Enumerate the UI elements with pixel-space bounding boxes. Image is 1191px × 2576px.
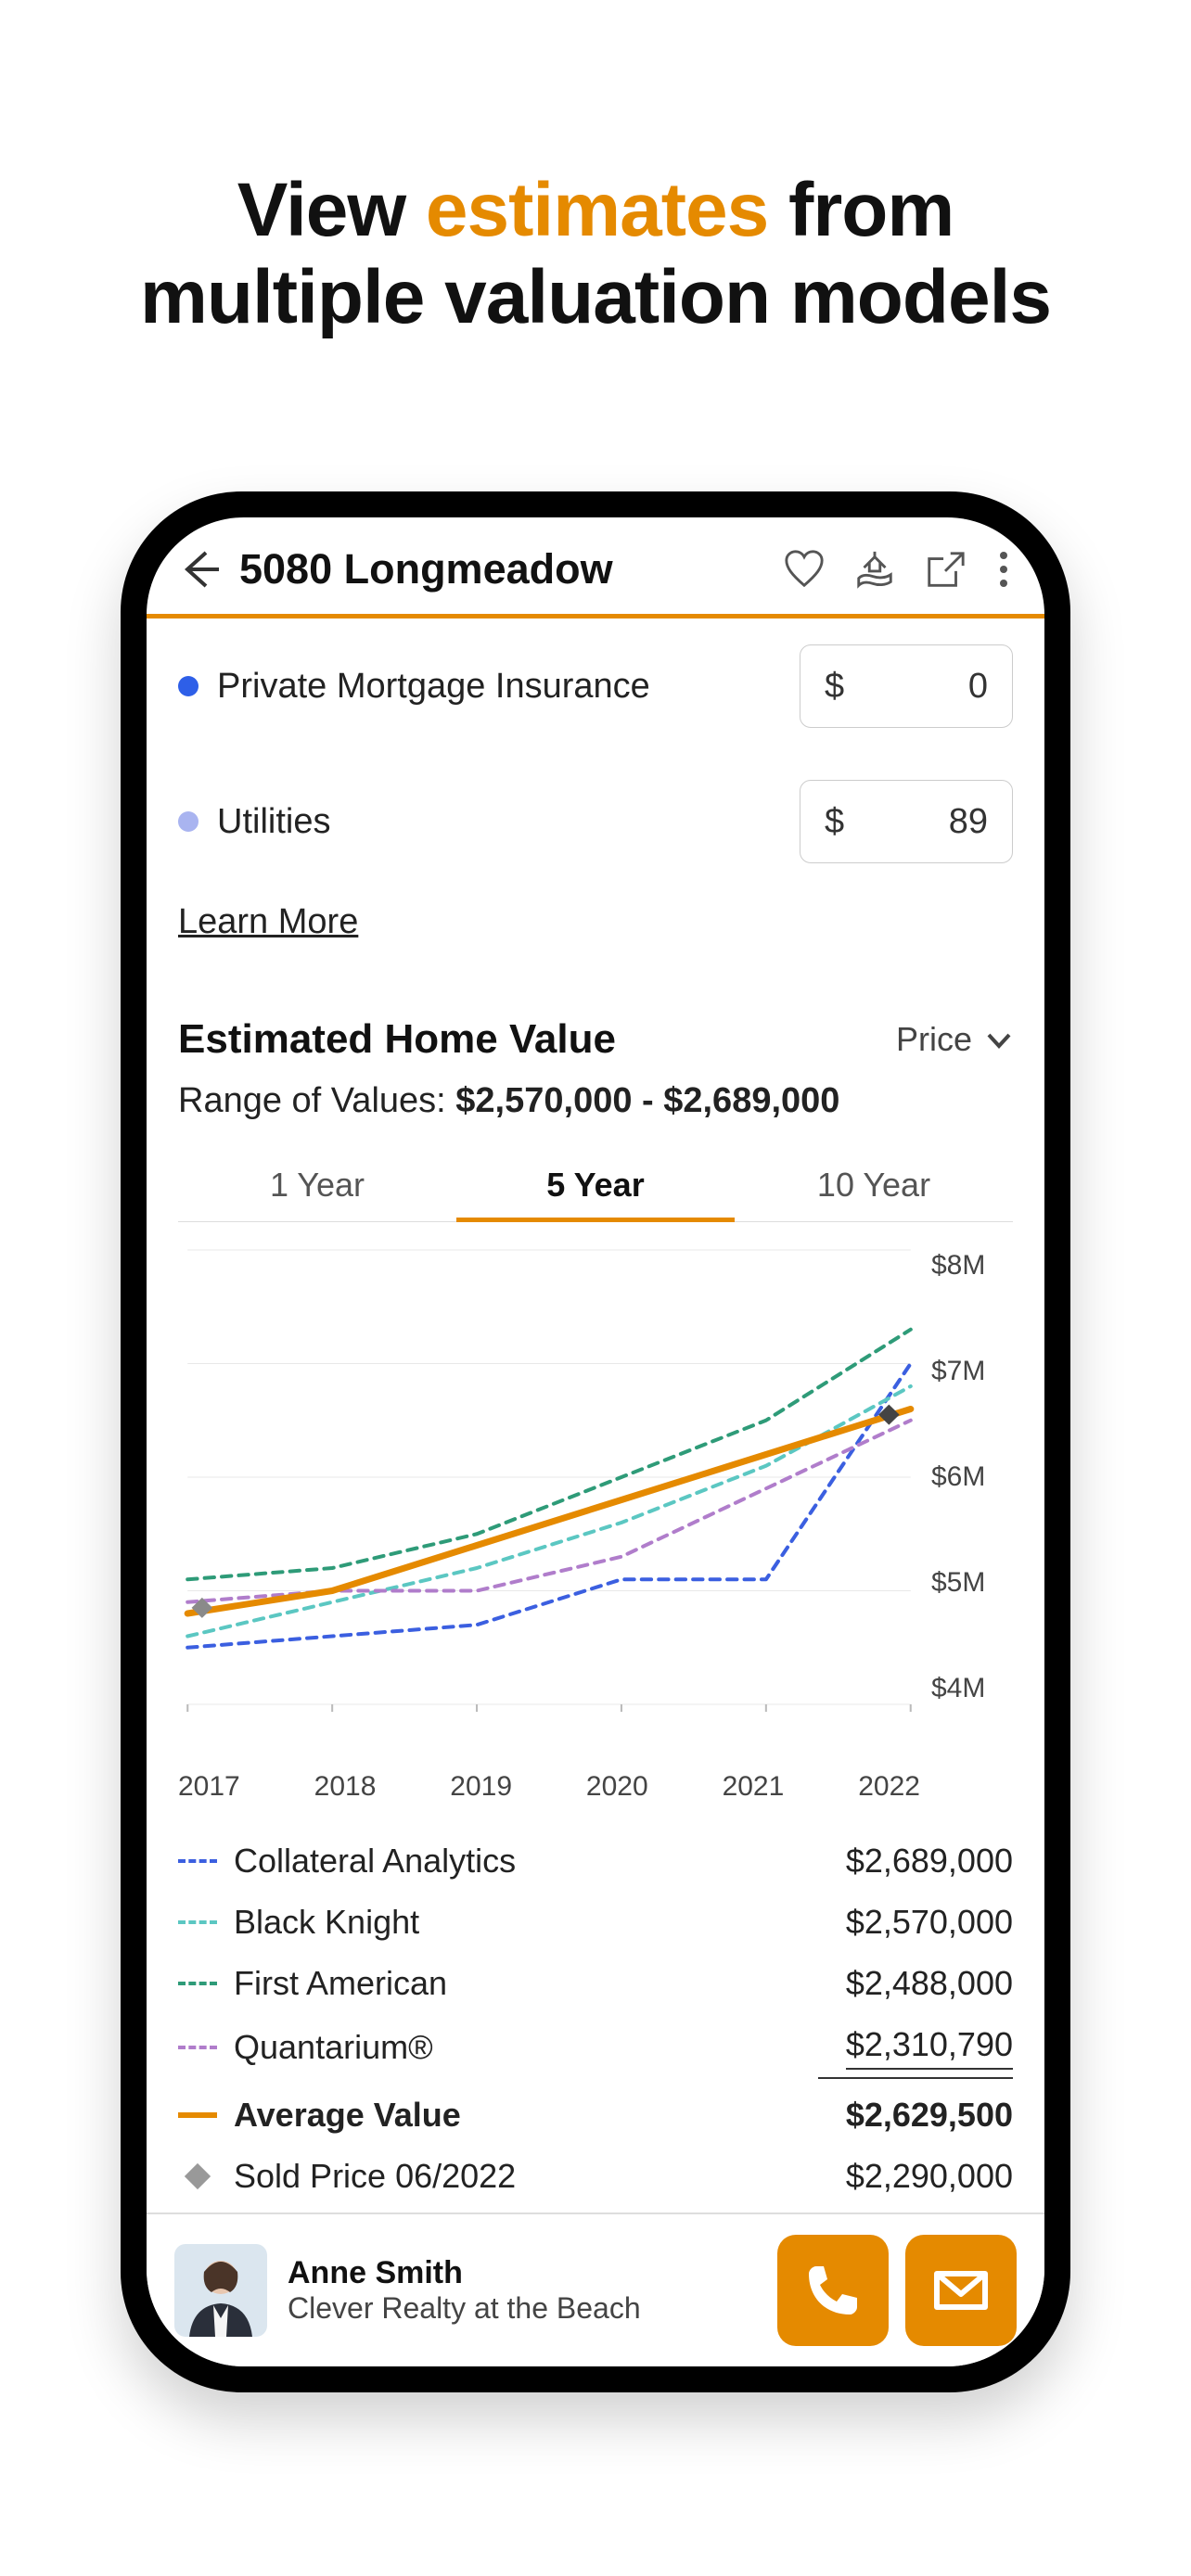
label-utilities: Utilities [217,802,330,842]
tab-10year[interactable]: 10 Year [735,1149,1013,1221]
legend-value: $2,290,000 [846,2157,1013,2196]
label-pmi: Private Mortgage Insurance [217,667,650,707]
y-tick-label: $5M [931,1567,1013,1599]
mail-icon [931,2261,991,2320]
legend-swatch [178,1859,217,1863]
legend-swatch [178,2046,217,2049]
email-button[interactable] [905,2235,1017,2346]
y-tick-label: $7M [931,1356,1013,1387]
chevron-down-icon [985,1026,1013,1053]
legend-name: First American [234,1964,447,2003]
input-pmi[interactable]: $ 0 [800,644,1013,728]
x-tick-label: 2020 [586,1771,648,1803]
tab-1year[interactable]: 1 Year [178,1149,456,1221]
legend-name: Sold Price 06/2022 [234,2157,516,2196]
tab-5year[interactable]: 5 Year [456,1149,735,1221]
legend-row: Black Knight $2,570,000 [178,1892,1013,1953]
section-title: Estimated Home Value [178,1016,616,1063]
hand-house-icon[interactable] [853,548,896,591]
phone-frame: 5080 Longmeadow Private Mortgage Insuran… [121,491,1070,2392]
x-tick-label: 2022 [858,1771,920,1803]
legend-name: Quantarium® [234,2028,433,2067]
range-of-values: Range of Values: $2,570,000 - $2,689,000 [178,1063,1013,1149]
chart-x-labels: 2017 2018 2019 2020 2021 2022 [178,1760,1013,1803]
legend-value: $2,629,500 [846,2096,1013,2135]
chart-legend: Collateral Analytics $2,689,000 Black Knig… [178,1830,1013,2207]
app-screen: 5080 Longmeadow Private Mortgage Insuran… [147,517,1044,2366]
input-utilities[interactable]: $ 89 [800,780,1013,863]
legend-swatch [178,2112,217,2118]
page-title: 5080 Longmeadow [239,545,613,593]
chart-y-labels: $8M $7M $6M $5M $4M [920,1241,1013,1760]
legend-row: First American $2,488,000 [178,1953,1013,2014]
marketing-headline: View estimates from multiple valuation m… [0,167,1191,342]
agent-name: Anne Smith [288,2255,641,2291]
legend-name: Collateral Analytics [234,1842,516,1881]
cost-row-pmi: Private Mortgage Insurance $ 0 [178,618,1013,754]
time-range-tabs: 1 Year 5 Year 10 Year [178,1149,1013,1222]
legend-name: Average Value [234,2096,461,2135]
heart-icon[interactable] [783,548,826,591]
chart-area: $8M $7M $6M $5M $4M [178,1222,1013,1760]
legend-value: $2,570,000 [846,1903,1013,1942]
legend-value: $2,689,000 [846,1842,1013,1881]
y-tick-label: $4M [931,1673,1013,1704]
price-dropdown[interactable]: Price [896,1020,1013,1059]
legend-row: Sold Price 06/2022 $2,290,000 [178,2146,1013,2207]
back-icon[interactable] [178,547,223,592]
learn-more-link[interactable]: Learn More [178,889,358,979]
legend-value: $2,310,790 [846,2025,1013,2070]
legend-row: Quantarium® $2,310,790 [178,2014,1013,2081]
legend-name: Black Knight [234,1903,419,1942]
legend-value: $2,488,000 [846,1964,1013,2003]
agent-info: Anne Smith Clever Realty at the Beach [288,2255,641,2326]
y-tick-label: $8M [931,1250,1013,1282]
cost-row-utilities: Utilities $ 89 [178,754,1013,889]
y-tick-label: $6M [931,1461,1013,1493]
agent-company: Clever Realty at the Beach [288,2291,641,2326]
share-icon[interactable] [924,548,967,591]
legend-row: Average Value $2,629,500 [178,2085,1013,2146]
legend-swatch [178,1920,217,1924]
section-header: Estimated Home Value Price [178,979,1013,1063]
more-icon[interactable] [994,552,1013,587]
call-button[interactable] [777,2235,889,2346]
legend-swatch [178,1982,217,1985]
legend-swatch [178,2167,217,2186]
x-tick-label: 2019 [450,1771,512,1803]
top-bar: 5080 Longmeadow [147,517,1044,614]
legend-row: Collateral Analytics $2,689,000 [178,1830,1013,1892]
dot-utilities [178,811,198,832]
agent-bar: Anne Smith Clever Realty at the Beach [147,2213,1044,2366]
agent-avatar[interactable] [174,2244,267,2337]
x-tick-label: 2021 [723,1771,785,1803]
chart-svg [178,1241,920,1760]
x-tick-label: 2018 [314,1771,377,1803]
phone-icon [803,2261,863,2320]
dot-pmi [178,676,198,696]
x-tick-label: 2017 [178,1771,240,1803]
